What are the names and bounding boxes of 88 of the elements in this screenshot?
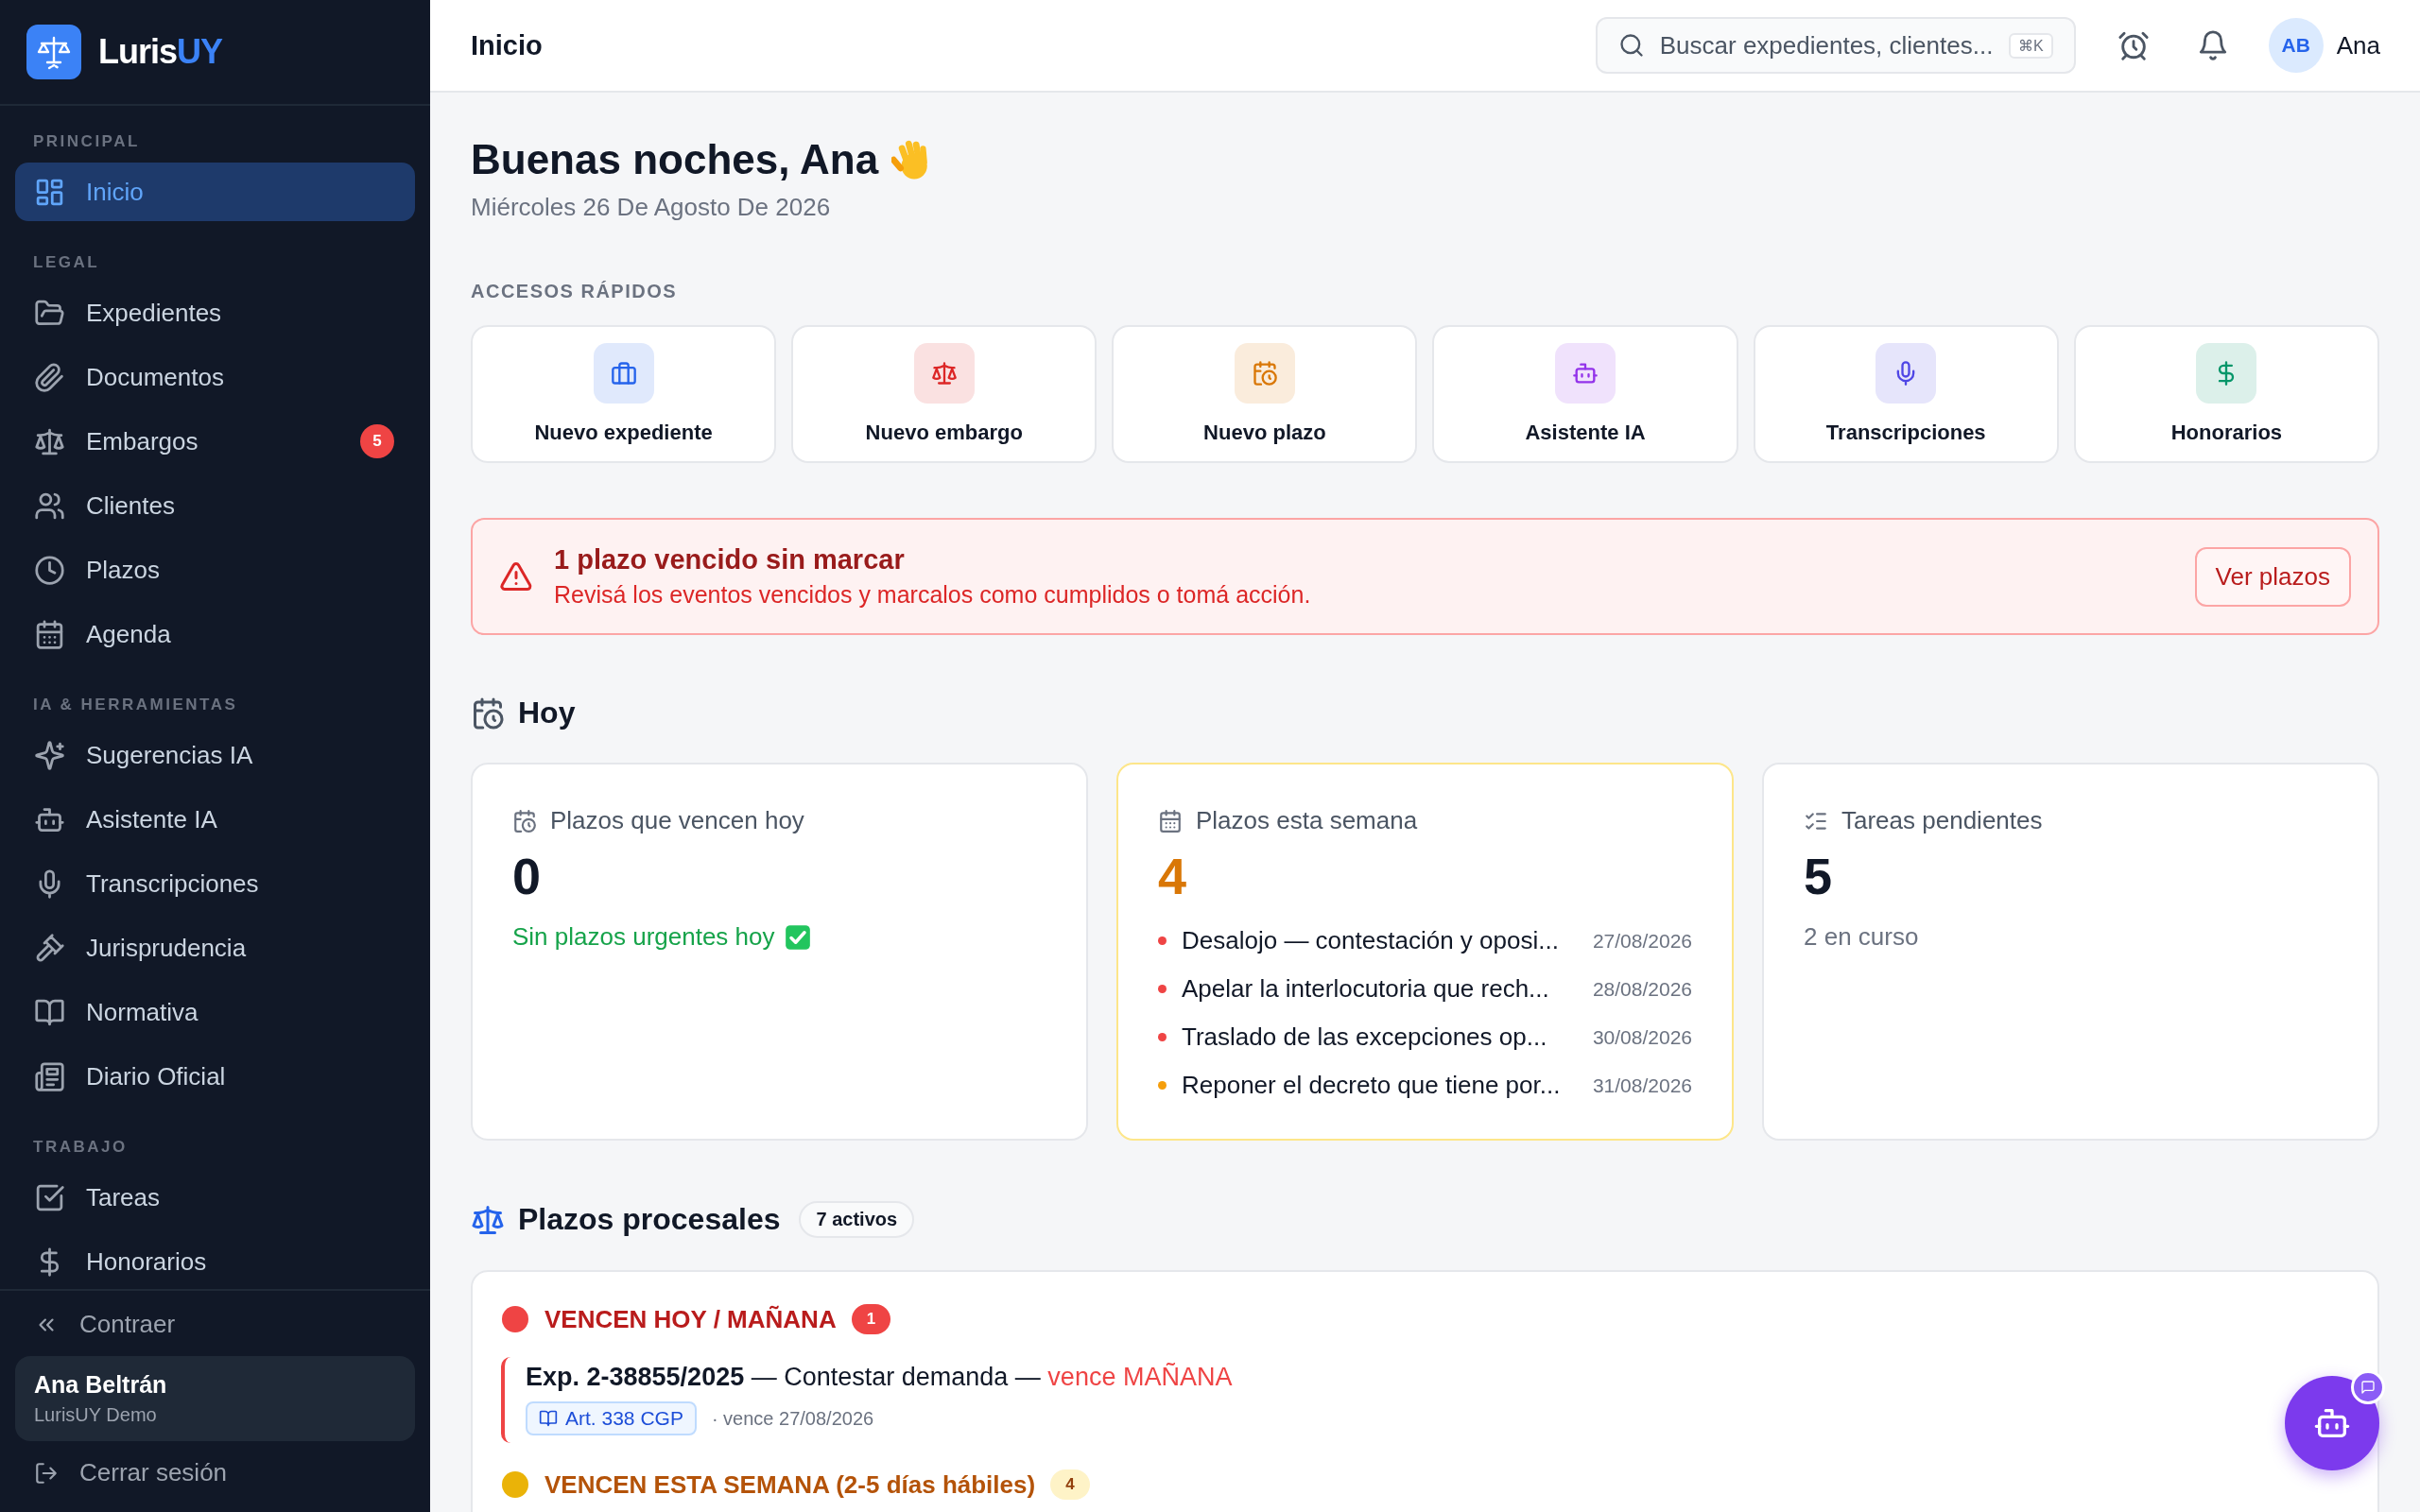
section-label: ACCESOS RÁPIDOS (471, 281, 679, 302)
section-label: PRINCIPAL (32, 131, 141, 152)
logout-button[interactable]: Cerrar sesión (15, 1451, 415, 1495)
quick-access-card[interactable]: Nuevo plazo (1112, 325, 1418, 463)
section-label: IA & HERRAMIENTAS (32, 695, 239, 715)
alert-title: 1 plazo vencido sin marcar (554, 544, 906, 576)
alert-message: Revisá los eventos vencidos y marcalos como cumplidos o tomá acción. (554, 581, 1312, 609)
date-text: Miércoles 26 De Agosto De 2026 (471, 193, 832, 222)
quick-access-card[interactable]: Asistente IA (1432, 325, 1738, 463)
section-title: Hoy (518, 696, 576, 730)
search-field[interactable]: Buscar expedientes, clientes... ⌘K (1595, 17, 2076, 74)
deadline-date: 27/08/2026 (1592, 929, 1692, 953)
sidebar-item[interactable]: Plazos (15, 541, 415, 599)
view-deadlines-button[interactable]: Ver plazos (2194, 546, 2351, 607)
sidebar-item[interactable]: Transcripciones (15, 854, 415, 913)
alarm-clock-icon (2117, 29, 2150, 61)
check-icon (784, 923, 811, 951)
clock-icon (34, 554, 65, 586)
sidebar-item[interactable]: Diario Oficial (15, 1047, 415, 1106)
stat-value: 0 (512, 847, 543, 905)
newspaper-icon (34, 1060, 65, 1092)
page-title: Inicio (471, 29, 544, 61)
count-badge: 1 (851, 1304, 891, 1334)
greeting: Buenas noches, Ana (471, 136, 879, 183)
article-tag[interactable]: Art. 338 CGP (526, 1401, 697, 1435)
chat-icon (2360, 1380, 2376, 1395)
card-label: Plazos esta semana (1196, 806, 1418, 835)
calendar-icon (1158, 808, 1183, 833)
sidebar-item[interactable]: Embargos 5 (15, 412, 415, 471)
calendar-clock-icon (512, 808, 537, 833)
section-title: Plazos procesales (518, 1202, 781, 1237)
avatar[interactable]: AB (2268, 18, 2324, 73)
sidebar-item[interactable]: Normativa (15, 983, 415, 1041)
deadline-date: 31/08/2026 (1592, 1074, 1692, 1097)
count-badge: 7 activos (799, 1201, 915, 1238)
sidebar-item[interactable]: Inicio (15, 163, 415, 221)
deadline-title: Desalojo — contestación y oposi... (1182, 926, 1560, 955)
sidebar-item[interactable]: Honorarios (15, 1232, 415, 1289)
count-badge: 5 (360, 424, 394, 458)
shortcut-key: ⌘K (2009, 32, 2053, 59)
deadline-date: 28/08/2026 (1592, 977, 1692, 1001)
sidebar-item[interactable]: Documentos (15, 348, 415, 406)
user-org: LurisUY Demo (34, 1404, 158, 1426)
card-label: Plazos que vencen hoy (550, 806, 804, 835)
collapse-button[interactable]: Contraer (15, 1302, 415, 1347)
sidebar-item[interactable]: Expedientes (15, 284, 415, 342)
deadline-title: Apelar la interlocutoria que rech... (1182, 974, 1550, 1004)
quick-access-card[interactable]: Honorarios (2073, 325, 2379, 463)
quick-access-card[interactable]: Nuevo embargo (791, 325, 1098, 463)
sidebar-item[interactable]: Sugerencias IA (15, 726, 415, 784)
quick-access-card[interactable]: Transcripciones (1753, 325, 2059, 463)
quick-access-card[interactable]: Nuevo expediente (471, 325, 777, 463)
card-label: Tareas pendientes (1841, 806, 2043, 835)
deadline-title: Reponer el decreto que tiene por... (1182, 1071, 1562, 1100)
paperclip-icon (34, 361, 65, 393)
group-title: VENCEN HOY / MAÑANA (544, 1304, 837, 1334)
sparkle-icon (34, 739, 65, 771)
scales-logo-icon (26, 25, 81, 79)
sidebar-item[interactable]: Agenda (15, 605, 415, 663)
deadline-item[interactable]: Exp. 2-38855/2025 — Contestar demanda — vence MAÑANA Art. 338 CGP · vence 27/08/2026 (501, 1357, 1233, 1443)
book-icon (539, 1409, 558, 1428)
status-note: Sin plazos urgentes hoy (512, 922, 775, 952)
count-badge: 4 (1050, 1469, 1090, 1500)
brand-name: LurisUY (98, 32, 223, 72)
group-title: VENCEN ESTA SEMANA (2-5 días hábiles) (544, 1469, 1036, 1500)
section-label: TRABAJO (32, 1137, 129, 1158)
calendar-clock-icon (471, 696, 505, 730)
due-date: · vence 27/08/2026 (711, 1407, 874, 1430)
user-name: Ana (2336, 30, 2380, 60)
deadline-title: Exp. 2-38855/2025 — Contestar demanda — vence MAÑANA (526, 1363, 1233, 1392)
stat-value: 4 (1158, 847, 1188, 905)
search-input[interactable]: Buscar expedientes, clientes... (1657, 29, 1996, 61)
gavel-icon (34, 932, 65, 964)
user-name: Ana Beltrán (34, 1371, 168, 1399)
user-card[interactable]: Ana Beltrán LurisUY Demo (15, 1356, 415, 1441)
section-label: LEGAL (32, 252, 101, 273)
deadline-date: 30/08/2026 (1592, 1025, 1692, 1049)
logout-icon (34, 1460, 59, 1486)
warning-icon (499, 559, 533, 593)
sidebar-item[interactable]: Clientes (15, 476, 415, 535)
status-note: 2 en curso (1804, 922, 1919, 952)
calendar-icon (34, 618, 65, 650)
deadline-title: Traslado de las excepciones op... (1182, 1022, 1548, 1052)
sidebar-item[interactable]: Tareas (15, 1168, 415, 1227)
sidebar-item[interactable]: Jurisprudencia (15, 919, 415, 977)
sidebar-item[interactable]: Asistente IA (15, 790, 415, 849)
stat-value: 5 (1804, 847, 1834, 905)
search-icon (1617, 32, 1645, 59)
